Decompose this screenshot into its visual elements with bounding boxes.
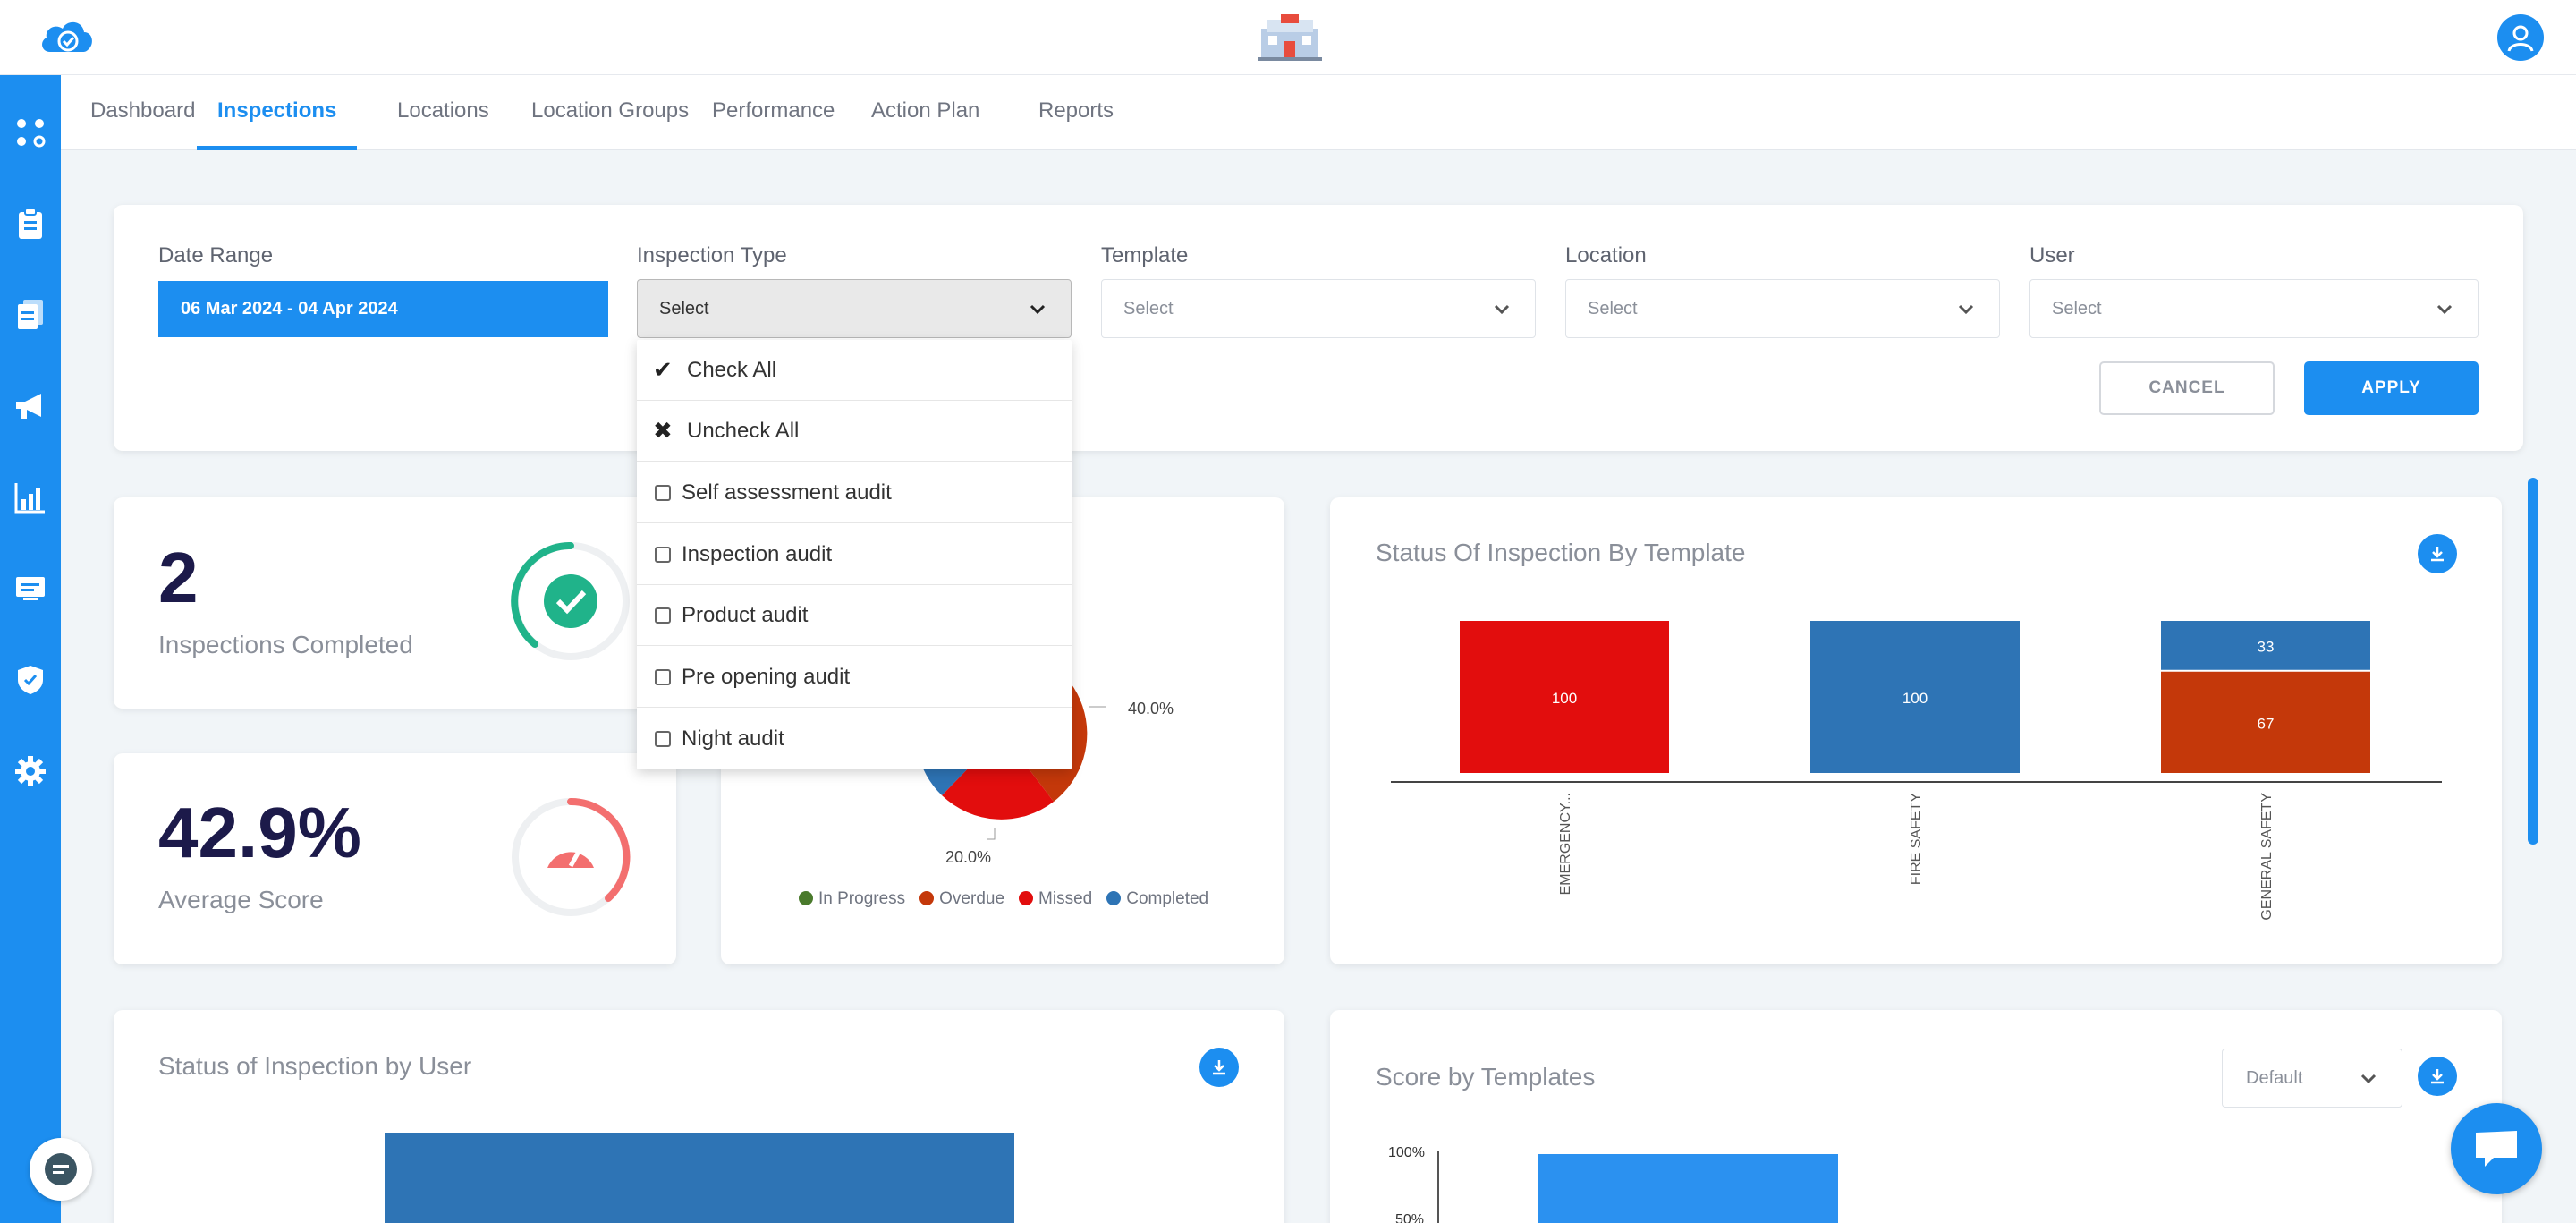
score-sort-value: Default xyxy=(2246,1068,2303,1088)
x-tick-label: GENERAL SAFETY xyxy=(2259,793,2275,921)
clipboard-icon[interactable] xyxy=(13,206,48,242)
main-tabs: Dashboard Inspections Locations Location… xyxy=(61,75,2576,150)
user-select[interactable]: Select xyxy=(2029,279,2479,338)
inspection-type-label: Inspection Type xyxy=(637,243,787,268)
status-by-user-title: Status of Inspection by User xyxy=(158,1052,472,1080)
legend-item-completed[interactable]: Completed xyxy=(1106,889,1208,909)
bar-value-label: 100 xyxy=(1552,690,1577,707)
template-value: Select xyxy=(1123,299,1174,318)
inspection-type-menu: ✔ Check All ✖ Uncheck All Self assessment … xyxy=(637,340,1072,769)
megaphone-icon[interactable] xyxy=(13,388,48,424)
cancel-button[interactable]: CANCEL xyxy=(2099,361,2275,415)
tab-inspections[interactable]: Inspections xyxy=(197,75,358,150)
user-avatar-icon[interactable] xyxy=(2497,14,2544,61)
pie-label-40: 40.0% xyxy=(1128,700,1174,718)
support-chat-icon[interactable] xyxy=(2451,1103,2542,1194)
option-product-audit[interactable]: Product audit xyxy=(637,585,1072,646)
pie-legend: In Progress Overdue Missed Completed xyxy=(799,889,1208,909)
tab-location-groups[interactable]: Location Groups xyxy=(531,75,689,150)
tab-reports[interactable]: Reports xyxy=(1038,75,1114,150)
uncheck-all-option[interactable]: ✖ Uncheck All xyxy=(637,401,1072,462)
bar-value-label: 33 xyxy=(2258,638,2275,655)
bar-value-label: 67 xyxy=(2258,715,2275,732)
tab-dashboard[interactable]: Dashboard xyxy=(90,75,195,150)
top-header xyxy=(0,0,2576,75)
tab-locations[interactable]: Locations xyxy=(397,75,489,150)
status-by-template-chart: 100 EMERGENCY... 100 FIRE SAFETY 67 33 GENERAL… xyxy=(1391,621,2442,921)
settings-gear-icon[interactable] xyxy=(13,753,48,789)
training-icon[interactable] xyxy=(13,571,48,607)
x-tick-label: FIRE SAFETY xyxy=(1909,793,1924,885)
location-label: Location xyxy=(1565,243,1647,268)
download-icon[interactable] xyxy=(2418,534,2457,573)
legend-item-in-progress[interactable]: In Progress xyxy=(799,889,905,909)
x-tick-label: EMERGENCY... xyxy=(1558,793,1573,895)
location-value: Select xyxy=(1588,299,1638,318)
download-icon[interactable] xyxy=(2418,1057,2457,1096)
score-sort-select[interactable]: Default xyxy=(2222,1049,2402,1108)
score-y-axis xyxy=(1437,1151,1439,1223)
chat-bubble-icon[interactable] xyxy=(30,1138,92,1201)
company-logo-icon xyxy=(1254,13,1326,67)
option-inspection-audit[interactable]: Inspection audit xyxy=(637,524,1072,585)
inspections-completed-value: 2 xyxy=(158,538,199,617)
template-select[interactable]: Select xyxy=(1101,279,1536,338)
inspection-type-value: Select xyxy=(659,299,709,318)
checkmark-icon: ✔ xyxy=(653,356,673,383)
location-select[interactable]: Select xyxy=(1565,279,2000,338)
pie-label-20: 20.0% xyxy=(945,848,992,866)
chevron-down-icon xyxy=(1958,304,1974,315)
documents-icon[interactable] xyxy=(13,297,48,333)
shield-icon[interactable] xyxy=(13,662,48,698)
y-tick-100: 100% xyxy=(1388,1145,1425,1160)
average-score-value: 42.9% xyxy=(158,793,361,872)
bar-value-label: 100 xyxy=(1902,690,1928,707)
tab-action-plan[interactable]: Action Plan xyxy=(871,75,979,150)
app-logo-icon[interactable] xyxy=(38,18,97,60)
template-label: Template xyxy=(1101,243,1189,268)
user-label: User xyxy=(2029,243,2075,268)
score-by-templates-title: Score by Templates xyxy=(1376,1063,1596,1091)
chevron-down-icon xyxy=(1030,304,1046,315)
option-pre-opening-audit[interactable]: Pre opening audit xyxy=(637,647,1072,708)
checkbox[interactable] xyxy=(655,731,671,747)
y-tick-50: 50% xyxy=(1395,1212,1425,1223)
date-range-input[interactable]: 06 Mar 2024 - 04 Apr 2024 xyxy=(158,281,608,337)
check-circle-icon xyxy=(508,539,633,668)
download-icon[interactable] xyxy=(1199,1048,1239,1087)
score-by-templates-card xyxy=(1330,1010,2502,1223)
legend-item-missed[interactable]: Missed xyxy=(1019,889,1092,909)
checkbox[interactable] xyxy=(655,607,671,624)
inspection-type-select[interactable]: Select xyxy=(637,279,1072,338)
option-self-assessment-audit[interactable]: Self assessment audit xyxy=(637,463,1072,523)
apply-button[interactable]: APPLY xyxy=(2304,361,2479,415)
sidebar xyxy=(0,75,61,1223)
cross-icon: ✖ xyxy=(653,417,673,444)
chevron-down-icon xyxy=(2360,1074,2377,1084)
check-all-option[interactable]: ✔ Check All xyxy=(637,340,1072,401)
user-bar xyxy=(385,1133,1014,1223)
chevron-down-icon xyxy=(1494,304,1510,315)
date-range-label: Date Range xyxy=(158,243,274,268)
speedometer-icon xyxy=(508,794,633,924)
checkbox[interactable] xyxy=(655,546,671,563)
checkbox[interactable] xyxy=(655,484,671,501)
user-value: Select xyxy=(2052,299,2102,318)
score-bar xyxy=(1538,1154,1838,1223)
chevron-down-icon xyxy=(2436,304,2453,315)
inspections-completed-label: Inspections Completed xyxy=(158,631,413,658)
option-night-audit[interactable]: Night audit xyxy=(637,709,1072,769)
average-score-label: Average Score xyxy=(158,886,324,913)
page-scrollbar[interactable] xyxy=(2528,478,2538,845)
dashboard-icon[interactable] xyxy=(13,115,48,150)
tab-performance[interactable]: Performance xyxy=(712,75,835,150)
analytics-icon[interactable] xyxy=(13,480,48,515)
checkbox[interactable] xyxy=(655,668,671,685)
legend-item-overdue[interactable]: Overdue xyxy=(919,889,1004,909)
status-by-template-title: Status Of Inspection By Template xyxy=(1376,539,1746,566)
